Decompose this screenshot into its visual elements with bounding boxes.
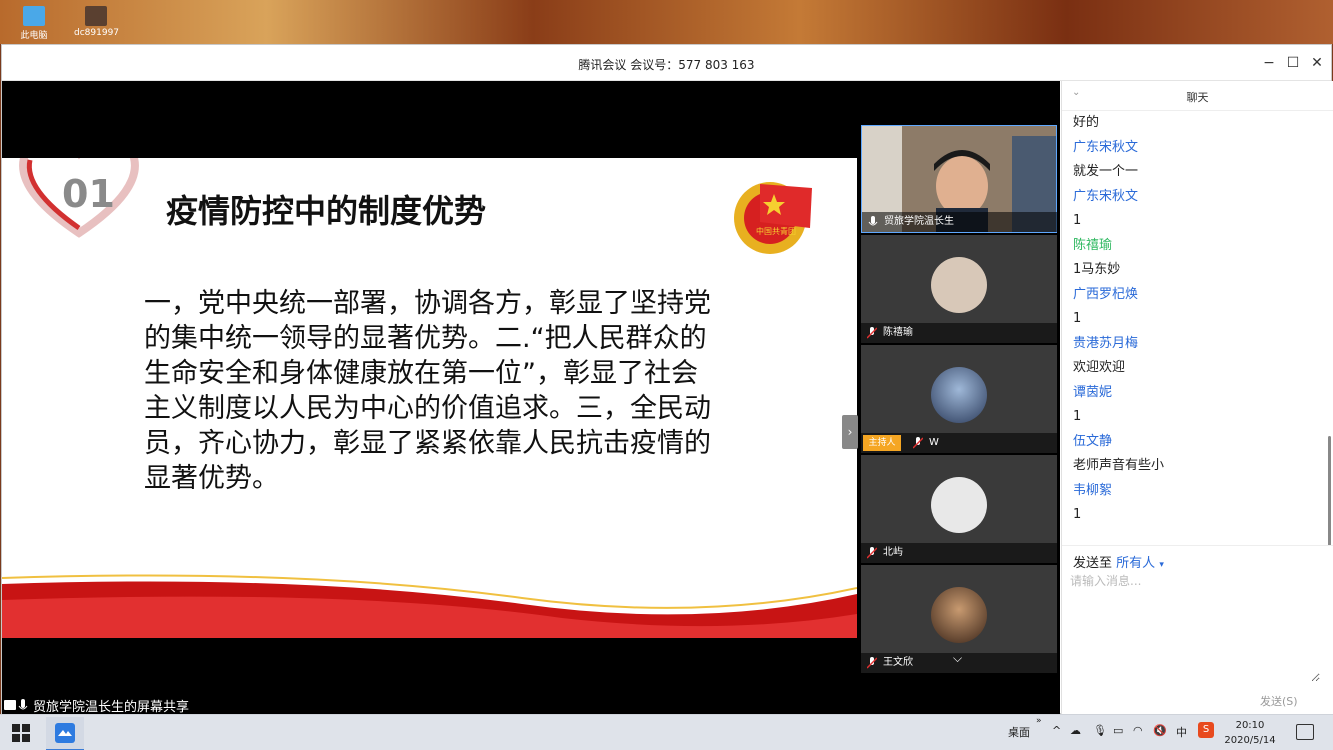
chat-sender[interactable]: 广西罗杞焕	[1062, 282, 1328, 307]
cloud-icon[interactable]: ☁	[1070, 724, 1081, 737]
microphone-muted-icon	[867, 657, 877, 669]
desktop-background: 此电脑 dc891997	[0, 0, 1333, 44]
volume-muted-icon[interactable]: 🔇	[1153, 724, 1167, 737]
chevron-down-icon[interactable]: ⌵	[953, 651, 962, 666]
clock-time: 20:10	[1235, 720, 1265, 731]
participant-panel: 贸旅学院温长生 陈禧瑜 主持人 W 北屿 王文欣	[861, 121, 1058, 673]
chat-message-text: 好的	[1073, 115, 1100, 130]
collapse-participants-button[interactable]: ›	[842, 415, 858, 449]
slide-number: 01	[62, 172, 115, 216]
send-button[interactable]: 发送(S)	[1260, 693, 1298, 709]
chat-sender[interactable]: 谭茵妮	[1062, 380, 1328, 405]
show-desktop-label[interactable]: 桌面	[1008, 724, 1030, 740]
maximize-button[interactable]: ☐	[1283, 53, 1303, 73]
chat-message-input[interactable]	[1070, 572, 1320, 682]
chat-message-text: 1马东妙	[1073, 262, 1121, 277]
system-clock[interactable]: 20:10 2020/5/14	[1222, 718, 1278, 748]
slide-title: 疫情防控中的制度优势	[166, 192, 487, 230]
dropdown-arrow-icon[interactable]: ▾	[1159, 560, 1164, 570]
chat-title: 聊天	[1186, 91, 1209, 104]
minimize-button[interactable]: −	[1259, 53, 1279, 73]
microphone-icon	[868, 216, 878, 226]
chat-message-text: 1	[1073, 507, 1082, 522]
chat-message-text: 1	[1073, 213, 1082, 228]
sogou-input-icon[interactable]: S	[1198, 722, 1214, 738]
microphone-muted-icon	[867, 547, 877, 559]
chat-message-text: 1	[1073, 409, 1082, 424]
close-button[interactable]: ✕	[1307, 53, 1327, 73]
chat-sender[interactable]: 韦柳絮	[1062, 478, 1328, 503]
emblem-text: 中国共青团	[756, 226, 796, 236]
host-badge: 主持人	[863, 435, 901, 451]
clock-date: 2020/5/14	[1224, 735, 1276, 746]
youth-league-emblem-icon: 中国共青团	[734, 182, 812, 254]
desktop-icon-computer[interactable]: 此电脑	[12, 6, 56, 41]
chat-scrollbar[interactable]	[1328, 436, 1331, 546]
participant-name: 陈禧瑜	[861, 323, 1057, 343]
avatar	[931, 587, 987, 643]
chat-panel: ⌄ 聊天 好的 广东宋秋文 就发一个一 广东宋秋文 1 陈禧瑜 1马东妙 广西罗杞焕 1 贵港苏月…	[1061, 81, 1333, 715]
wifi-icon[interactable]: ◠	[1133, 724, 1143, 737]
title-bar[interactable]: 腾讯会议 会议号：577 803 163 − ☐ ✕	[2, 45, 1331, 81]
window-title: 腾讯会议 会议号：577 803 163	[578, 58, 755, 72]
chat-message-list[interactable]: 好的 广东宋秋文 就发一个一 广东宋秋文 1 陈禧瑜 1马东妙 广西罗杞焕 1 贵港苏月梅 欢迎欢迎…	[1062, 111, 1328, 545]
chevron-up-icon[interactable]: ^	[1052, 724, 1061, 737]
avatar	[931, 257, 987, 313]
chat-message-text: 就发一个一	[1073, 164, 1139, 179]
chat-sender[interactable]: 广东宋秋文	[1062, 184, 1328, 209]
desktop-icon-label: dc891997	[74, 28, 120, 38]
participant-tile[interactable]: 北屿	[861, 455, 1057, 563]
microphone-icon[interactable]: 🎙	[1093, 724, 1107, 737]
chat-message-text: 老师声音有些小	[1073, 458, 1165, 473]
meeting-window: 腾讯会议 会议号：577 803 163 − ☐ ✕ 01 疫情防控中的制度优势…	[1, 44, 1333, 715]
chat-header: ⌄ 聊天	[1062, 81, 1333, 111]
chat-compose-area: 发送至 所有人 ▾ 发送(S)	[1062, 545, 1333, 715]
chat-sender[interactable]: 伍文静	[1062, 429, 1328, 454]
tencent-meeting-taskbar-button[interactable]	[46, 717, 84, 750]
tencent-meeting-icon	[55, 723, 75, 743]
desktop-icon-image[interactable]: dc891997	[74, 6, 120, 38]
image-file-icon	[85, 6, 107, 26]
microphone-muted-icon	[867, 327, 877, 339]
participant-tile[interactable]: 贸旅学院温长生	[861, 125, 1058, 233]
windows-start-icon[interactable]	[12, 724, 30, 742]
notification-center-icon[interactable]	[1296, 724, 1314, 740]
send-to-selector[interactable]: 发送至 所有人 ▾	[1073, 552, 1164, 571]
computer-icon	[23, 6, 45, 26]
participant-tile[interactable]: 主持人 W	[861, 345, 1057, 453]
red-ribbon-decoration	[2, 574, 857, 638]
battery-icon[interactable]: ▭	[1113, 724, 1123, 737]
shared-screen-area: 01 疫情防控中的制度优势 中国共青团 一，党中央统一部署，协调各方，彰显了坚持…	[2, 81, 1060, 715]
avatar	[931, 477, 987, 533]
send-to-target[interactable]: 所有人	[1116, 556, 1155, 571]
share-microphone-icon	[4, 698, 28, 710]
participant-tile[interactable]: 陈禧瑜	[861, 235, 1057, 343]
slide-body-text: 一，党中央统一部署，协调各方，彰显了坚持党的集中统一领导的显著优势。二.“把人民…	[144, 288, 711, 494]
chat-sender[interactable]: 陈禧瑜	[1062, 233, 1328, 258]
microphone-muted-icon	[913, 437, 923, 449]
screen-share-label: 贸旅学院温长生的屏幕共享	[4, 696, 189, 715]
input-method-indicator[interactable]: 中	[1176, 724, 1187, 740]
chat-message-text: 1	[1073, 311, 1082, 326]
chevron-right-icon[interactable]: »	[1036, 716, 1042, 726]
presentation-slide: 01 疫情防控中的制度优势 中国共青团 一，党中央统一部署，协调各方，彰显了坚持…	[2, 158, 857, 638]
chat-sender[interactable]: 广东宋秋文	[1062, 135, 1328, 160]
chat-message-text: 欢迎欢迎	[1073, 360, 1126, 375]
desktop-icon-label: 此电脑	[20, 31, 48, 41]
participant-name: 北屿	[861, 543, 1057, 563]
chat-sender[interactable]: 贵港苏月梅	[1062, 331, 1328, 356]
participant-name: 主持人 W	[861, 433, 1057, 453]
participant-name: 贸旅学院温长生	[862, 212, 1058, 232]
send-to-label: 发送至	[1073, 556, 1113, 571]
avatar	[931, 367, 987, 423]
taskbar: 桌面 » ^ ☁ 🎙 ▭ ◠ 🔇 中 S 20:10 2020/5/14	[0, 714, 1333, 750]
